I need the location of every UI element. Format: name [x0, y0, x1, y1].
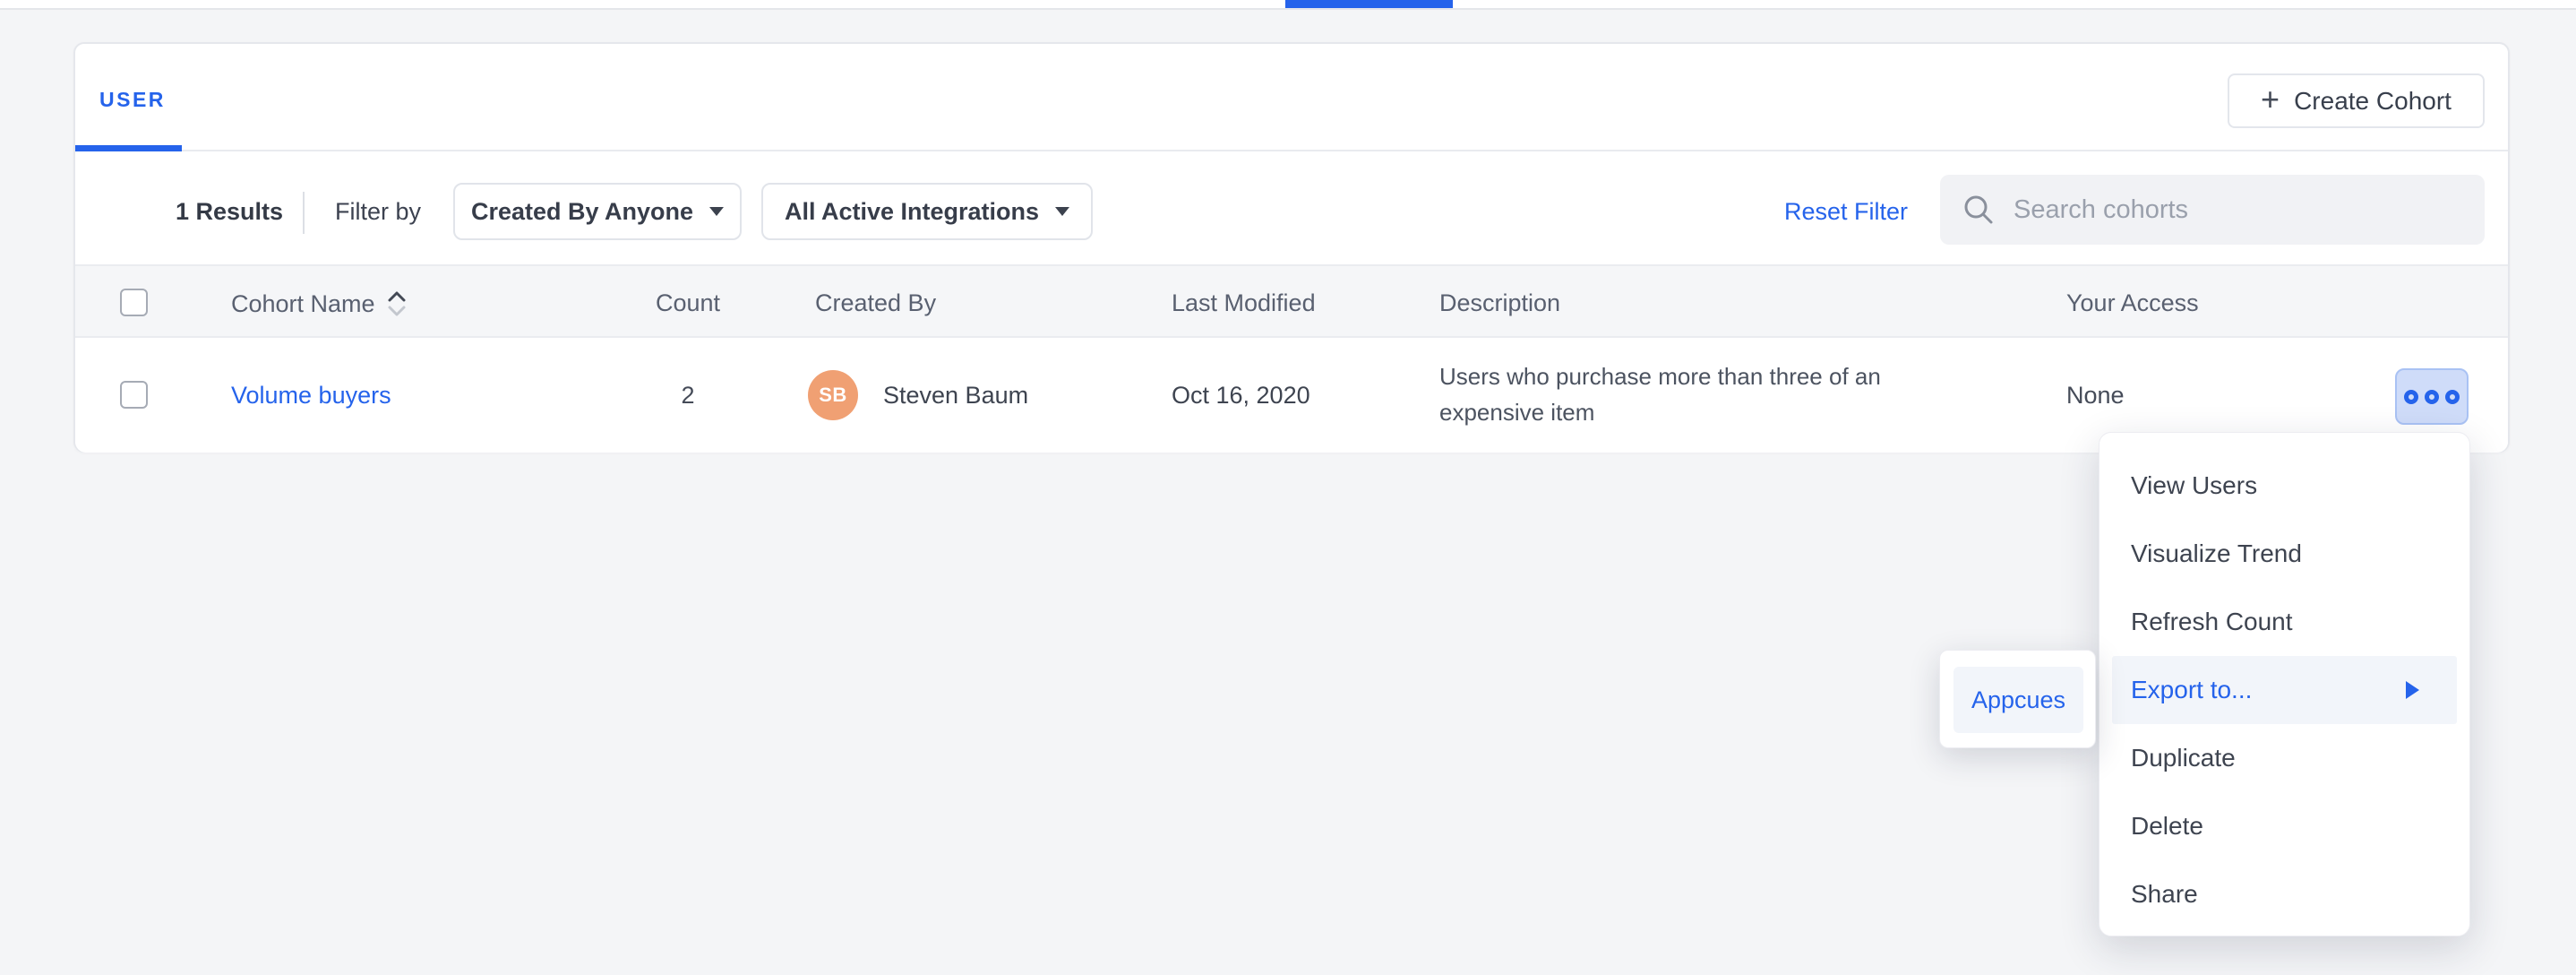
sort-icon	[386, 289, 408, 319]
column-header-created-by: Created By	[815, 289, 936, 317]
column-header-description: Description	[1439, 289, 1560, 317]
chevron-down-icon	[1055, 207, 1069, 216]
row-checkbox[interactable]	[120, 381, 148, 409]
chevron-down-icon	[709, 207, 724, 216]
created-by-name: Steven Baum	[883, 380, 1028, 410]
cohort-count: 2	[634, 380, 742, 410]
menu-item-duplicate[interactable]: Duplicate	[2112, 724, 2457, 792]
search-icon	[1962, 193, 1996, 227]
submenu-arrow-icon	[2406, 681, 2419, 699]
menu-item-view-users[interactable]: View Users	[2112, 452, 2457, 520]
search-cohorts-input[interactable]	[2014, 195, 2463, 225]
avatar-initials: SB	[819, 384, 847, 407]
active-top-tab-underline	[1285, 0, 1453, 8]
your-access-value: None	[2066, 380, 2125, 410]
integrations-dropdown-value: All Active Integrations	[785, 198, 1039, 226]
row-actions-menu: View Users Visualize Trend Refresh Count…	[2099, 432, 2470, 936]
menu-item-visualize-trend[interactable]: Visualize Trend	[2112, 520, 2457, 588]
search-cohorts-box[interactable]	[1940, 175, 2485, 245]
cohorts-page: USER + Create Cohort 1 Results Filter by…	[0, 0, 2576, 975]
menu-item-delete[interactable]: Delete	[2112, 792, 2457, 860]
create-cohort-button[interactable]: + Create Cohort	[2228, 73, 2485, 128]
last-modified-date: Oct 16, 2020	[1172, 380, 1310, 410]
tab-user-underline	[75, 145, 182, 151]
tab-user[interactable]: USER	[99, 88, 166, 112]
results-count: 1 Results	[176, 198, 283, 226]
column-header-cohort-name[interactable]: Cohort Name	[231, 289, 408, 319]
export-to-label: Export to...	[2131, 676, 2252, 704]
avatar: SB	[808, 370, 858, 420]
menu-item-export-to[interactable]: Export to...	[2112, 656, 2457, 724]
created-by-dropdown[interactable]: Created By Anyone	[453, 183, 742, 240]
reset-filter-link[interactable]: Reset Filter	[1784, 198, 1908, 226]
menu-item-share[interactable]: Share	[2112, 860, 2457, 928]
create-cohort-label: Create Cohort	[2294, 87, 2451, 116]
ellipsis-icon	[2445, 390, 2460, 404]
column-header-last-modified: Last Modified	[1172, 289, 1316, 317]
created-by-dropdown-value: Created By Anyone	[471, 198, 693, 226]
ellipsis-icon	[2425, 390, 2439, 404]
menu-item-refresh-count[interactable]: Refresh Count	[2112, 588, 2457, 656]
cohort-description: Users who purchase more than three of an…	[1439, 358, 1946, 430]
table-header-row: Cohort Name Count Created By Last Modifi…	[75, 264, 2508, 338]
cohort-name-link[interactable]: Volume buyers	[231, 380, 391, 410]
top-tab-strip	[0, 0, 2576, 10]
export-submenu: Appcues	[1939, 650, 2096, 748]
filter-by-label: Filter by	[335, 198, 421, 226]
submenu-item-appcues[interactable]: Appcues	[1953, 667, 2083, 733]
row-actions-button[interactable]	[2395, 368, 2469, 425]
column-header-your-access: Your Access	[2066, 289, 2199, 317]
cohort-name-header-label: Cohort Name	[231, 289, 375, 318]
plus-icon: +	[2261, 83, 2280, 116]
select-all-checkbox[interactable]	[120, 289, 148, 316]
filter-divider	[303, 192, 305, 234]
ellipsis-icon	[2404, 390, 2418, 404]
card-tabbar: USER + Create Cohort	[75, 44, 2508, 151]
integrations-dropdown[interactable]: All Active Integrations	[761, 183, 1093, 240]
column-header-count: Count	[634, 289, 742, 317]
cohorts-card: USER + Create Cohort 1 Results Filter by…	[73, 42, 2510, 453]
